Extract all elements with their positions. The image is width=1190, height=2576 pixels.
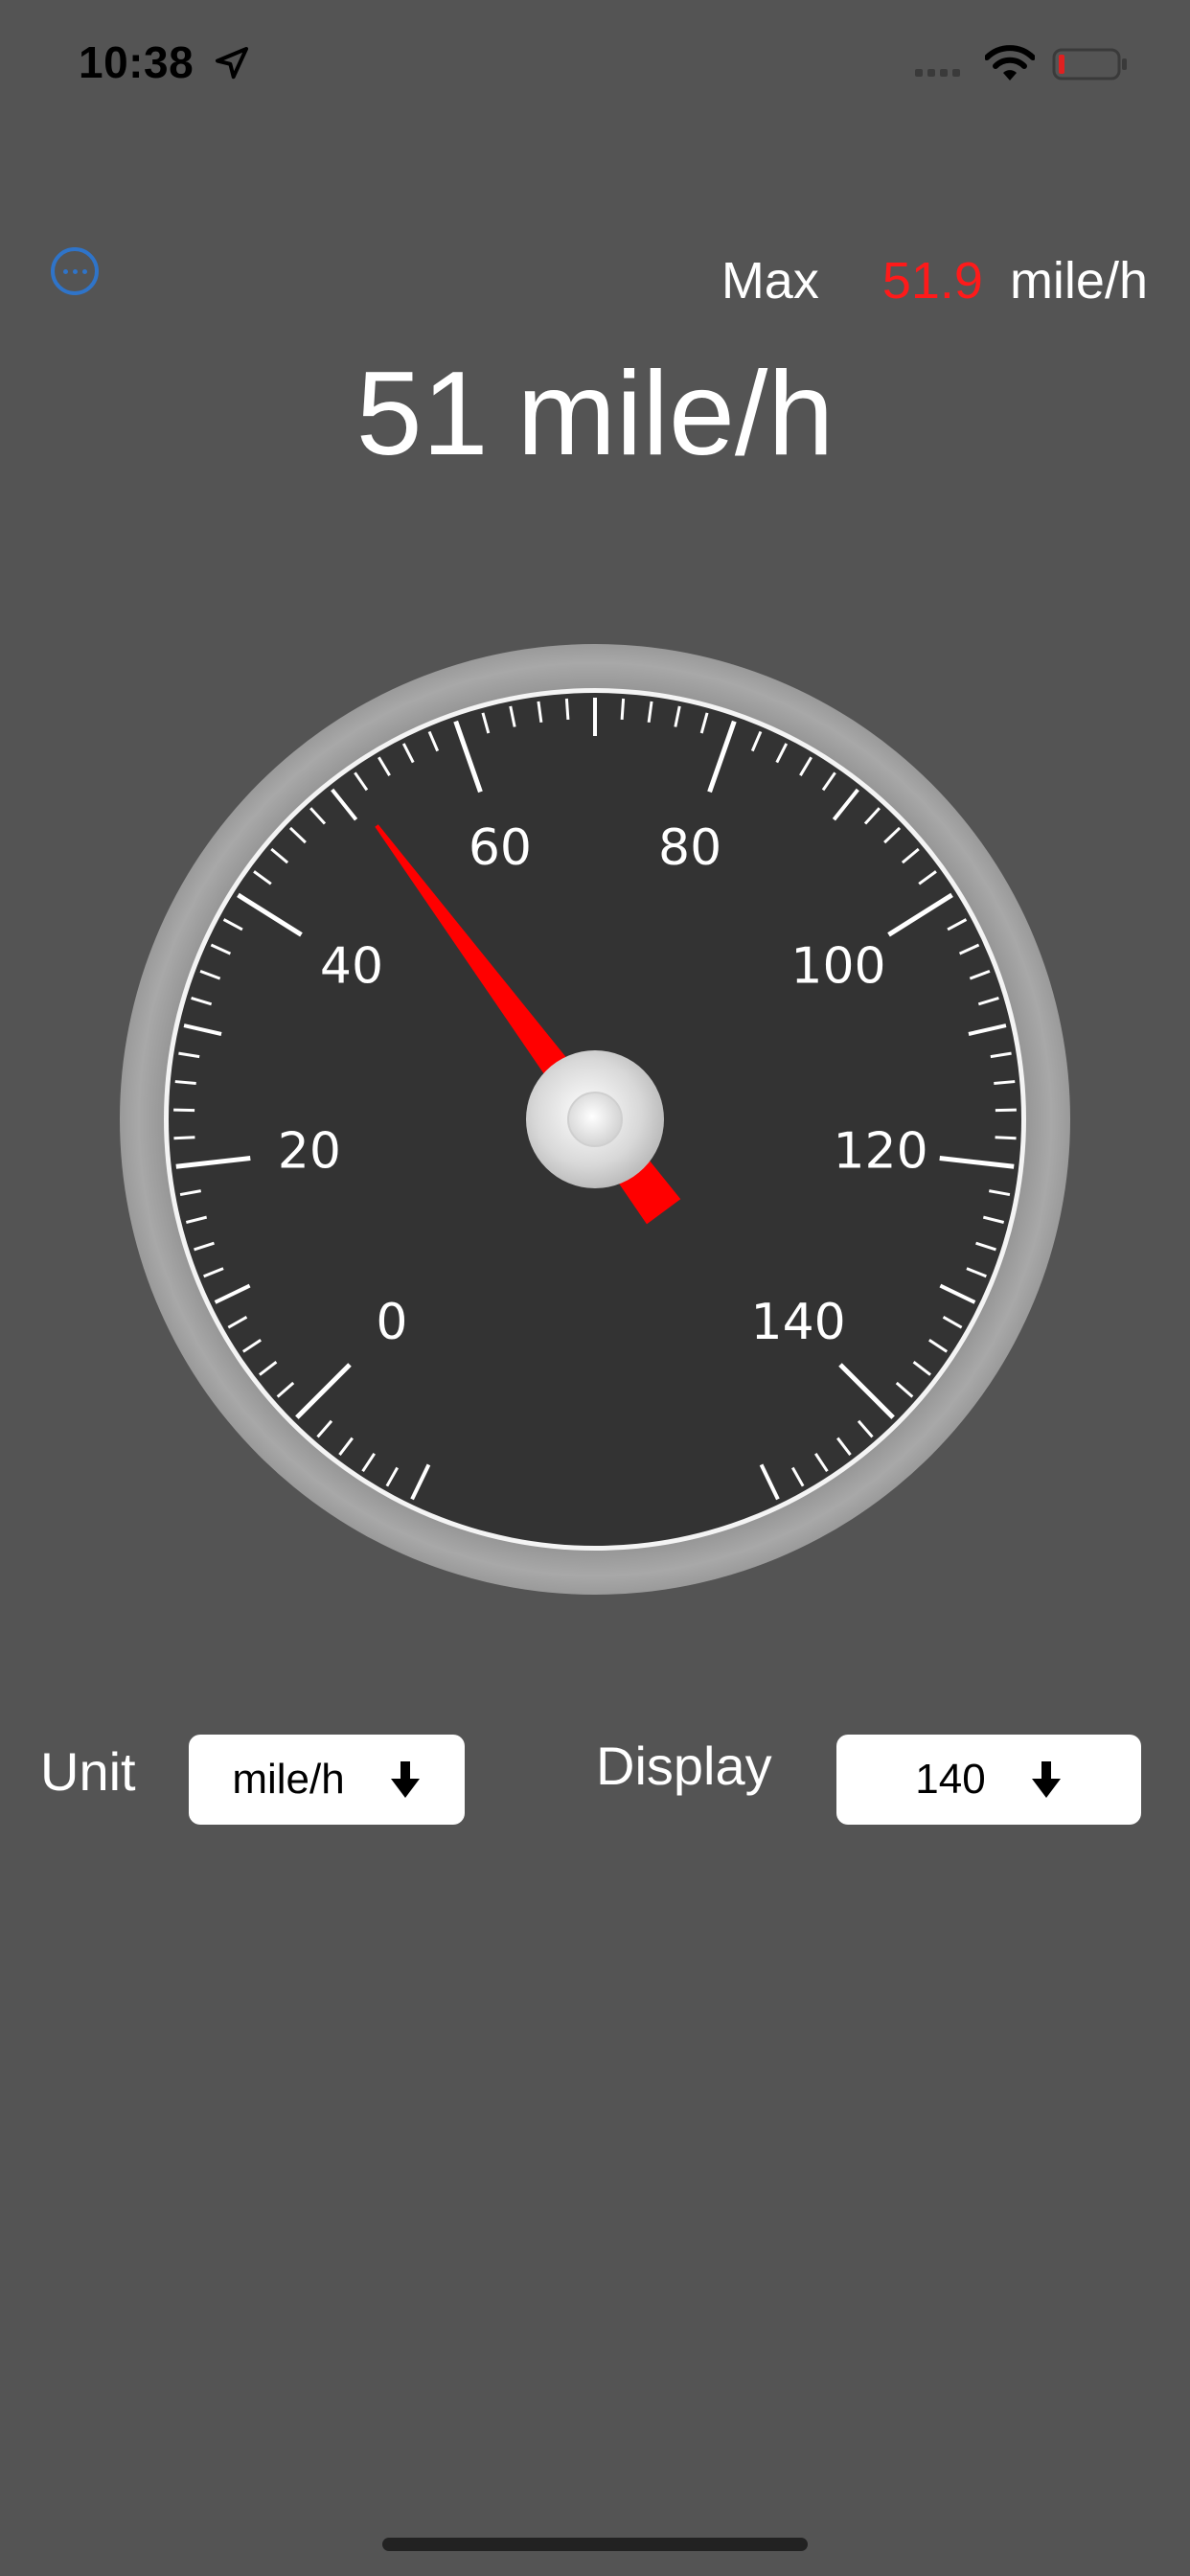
gauge-label: 40 [320,937,383,995]
battery-low-icon [1052,48,1127,80]
gauge-label: 100 [790,937,885,995]
gauge-tick [564,698,570,721]
current-speed-value: 51 [355,348,489,480]
max-speed-value: 51.9 [881,252,983,310]
gauge-tick [174,1080,196,1086]
home-indicator[interactable] [382,2538,808,2551]
unit-label: Unit [40,1741,136,1802]
arrow-down-icon [1031,1761,1061,1798]
gauge-label: 20 [278,1123,341,1181]
current-speed-readout: 51 mile/h [0,347,1190,481]
needle-hub-cap [567,1092,623,1147]
location-arrow-icon [216,47,248,80]
gauge-tick [994,1080,1016,1086]
speedometer-gauge: 0 20 40 60 80 100 120 140 [120,644,1070,1595]
gauge-label: 0 [376,1294,407,1351]
status-time: 10:38 [79,37,195,87]
unit-dropdown-value: mile/h [232,1756,345,1803]
max-speed-row: Max 51.9 mile/h [721,251,1148,318]
gauge-tick [620,698,626,721]
display-dropdown-value: 140 [915,1756,986,1803]
gauge-label: 120 [833,1123,927,1181]
gauge-label: 140 [750,1294,845,1351]
max-speed-unit: mile/h [1009,252,1148,310]
display-label: Display [596,1736,772,1796]
display-dropdown[interactable]: 140 [836,1735,1141,1825]
unit-dropdown[interactable]: mile/h [189,1735,465,1825]
arrow-down-icon [390,1761,420,1798]
more-options-button[interactable] [51,247,99,295]
ellipsis-circle-icon [62,268,68,274]
signal-icon [915,69,960,77]
speedometer-screen: 10:38 Max 51.9 mile/h 51 mile/h 0 20 40 … [0,0,1190,2576]
gauge-label: 80 [658,819,721,877]
current-speed-unit: mile/h [516,348,835,480]
max-label: Max [721,252,819,310]
wifi-icon [985,45,1035,80]
gauge-label: 60 [469,819,532,877]
